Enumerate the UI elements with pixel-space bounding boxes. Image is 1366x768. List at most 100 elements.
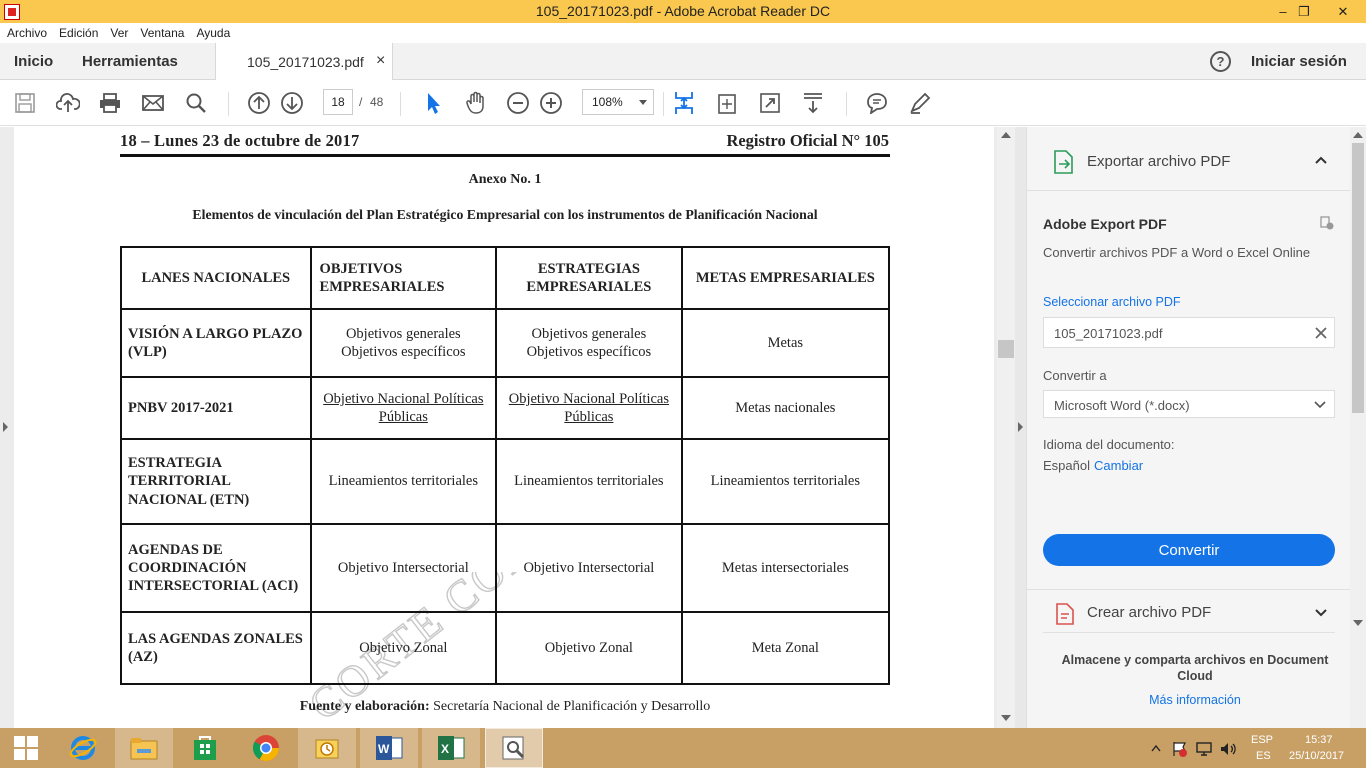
clock-date[interactable]: 25/10/2017 [1289,750,1344,762]
chevron-down-icon [639,100,647,105]
tab-home[interactable]: Inicio [14,53,53,70]
taskbar-store[interactable] [176,728,234,768]
collapse-panel-icon[interactable] [1018,422,1023,432]
taskbar-word[interactable]: W [360,728,418,768]
table-cell: Metas intersectoriales [680,523,891,613]
create-title: Crear archivo PDF [1087,604,1212,621]
source-note: Fuente y elaboración: Secretaría Naciona… [120,699,890,715]
hand-tool-icon[interactable] [463,90,489,116]
previous-page-icon[interactable] [246,90,272,116]
change-language-link[interactable]: Cambiar [1094,458,1143,473]
chevron-up-icon[interactable] [1314,155,1328,165]
create-section-header[interactable]: Crear archivo PDF [1027,590,1351,633]
annex-title: Anexo No. 1 [468,172,542,187]
start-button[interactable] [0,728,52,768]
tab-tools[interactable]: Herramientas [82,53,178,70]
show-hidden-icons-icon[interactable] [1151,744,1161,752]
format-select[interactable]: Microsoft Word (*.docx) [1043,390,1335,418]
email-icon[interactable] [140,90,166,116]
scrollbar-thumb[interactable] [1352,143,1364,413]
export-section-header[interactable]: Exportar archivo PDF [1027,127,1351,191]
highlight-pen-icon[interactable] [907,90,933,116]
reader-magnifier-icon [502,736,525,760]
volume-icon[interactable] [1219,740,1237,758]
save-icon[interactable] [12,90,38,116]
chrome-icon [252,735,279,761]
upload-cloud-icon[interactable] [55,90,81,116]
tab-document[interactable]: 105_20171023.pdf × [215,43,393,80]
zoom-select[interactable]: 108% [582,89,654,115]
menu-ventana[interactable]: Ventana [140,26,184,40]
comment-icon[interactable] [864,90,890,116]
help-icon[interactable]: ? [1210,51,1231,72]
menu-bar: Archivo Edición Ver Ventana Ayuda [0,23,1366,43]
page-header-right: Registro Oficial N° 105 [726,131,889,150]
source-text: Secretaría Nacional de Planificación y D… [433,699,711,714]
clock-time[interactable]: 15:37 [1305,734,1333,746]
column-header: LANES NACIONALES [120,246,312,310]
page-total: 48 [370,95,384,109]
scroll-down-icon[interactable] [1001,715,1011,721]
read-mode-icon[interactable] [800,90,826,116]
scroll-down-icon[interactable] [1353,620,1363,626]
scroll-up-icon[interactable] [1353,132,1363,138]
more-info-link[interactable]: Más información [1043,693,1347,707]
menu-archivo[interactable]: Archivo [7,26,47,40]
settings-icon[interactable] [1319,215,1335,231]
zoom-value: 108% [592,95,623,109]
side-panel-collapse-strip[interactable] [1015,127,1026,728]
language-indicator-bottom[interactable]: ES [1256,750,1271,762]
taskbar-acrobat-reader[interactable] [485,728,543,768]
taskbar-outlook[interactable] [298,728,356,768]
table-cell: Lineamientos territoriales [680,438,891,525]
menu-edicion[interactable]: Edición [59,26,98,40]
convert-button[interactable]: Convertir [1043,534,1335,566]
tab-bar: Inicio Herramientas 105_20171023.pdf × ?… [0,43,1366,80]
document-scrollbar[interactable] [997,127,1015,728]
action-center-flag-icon[interactable] [1171,740,1189,758]
network-icon[interactable] [1195,740,1213,758]
full-screen-icon[interactable] [757,90,783,116]
table-row: PNBV 2017-2021 Objetivo Nacional Polític… [120,376,891,440]
table-row: ESTRATEGIA TERRITORIAL NACIONAL (ETN) Li… [120,438,891,525]
next-page-icon[interactable] [279,90,305,116]
maximize-button[interactable]: ❐ [1290,0,1318,23]
document-viewport[interactable]: CORTE CONSTITUCIONAL DEL ECUADOR 18 – Lu… [0,127,1015,728]
table-cell: AGENDAS DE COORDINACIÓN INTERSECTORIAL (… [120,523,312,613]
print-icon[interactable] [97,90,123,116]
close-tab-icon[interactable]: × [376,52,385,70]
taskbar-internet-explorer[interactable] [54,728,112,768]
selected-file-field[interactable]: 105_20171023.pdf [1043,317,1335,348]
select-file-link[interactable]: Seleccionar archivo PDF [1043,295,1181,309]
side-panel-scrollbar[interactable] [1350,127,1366,728]
internet-explorer-icon [69,736,97,760]
table-cell: Objetivo Intersectorial [309,523,498,613]
table-cell: Objetivo Nacional Políticas Públicas [495,376,683,440]
language-value: Español [1043,458,1090,473]
page-number-input[interactable]: 18 [323,89,353,115]
table-row: VISIÓN A LARGO PLAZO (VLP) Objetivos gen… [120,308,891,378]
taskbar-file-explorer[interactable] [115,728,173,768]
taskbar-excel[interactable]: X [422,728,480,768]
zoom-in-icon[interactable] [538,90,564,116]
search-icon[interactable] [183,90,209,116]
scrollbar-thumb[interactable] [998,340,1014,358]
rotate-icon[interactable] [714,90,740,116]
signin-link[interactable]: Iniciar sesión [1251,53,1347,70]
scroll-up-icon[interactable] [1001,132,1011,138]
chevron-down-icon[interactable] [1314,608,1328,618]
taskbar-chrome[interactable] [237,728,295,768]
language-indicator-top[interactable]: ESP [1251,734,1273,746]
tab-document-label: 105_20171023.pdf [247,54,364,70]
language-label: Idioma del documento: [1043,437,1175,452]
left-panel-toggle-icon[interactable] [3,422,8,432]
select-cursor-icon[interactable] [420,90,446,116]
store-icon [194,736,216,760]
page-separator: / [359,95,363,109]
close-window-button[interactable]: ✕ [1320,0,1366,23]
fit-page-icon[interactable] [671,90,697,116]
menu-ayuda[interactable]: Ayuda [196,26,230,40]
clear-file-icon[interactable] [1315,327,1327,339]
zoom-out-icon[interactable] [505,90,531,116]
menu-ver[interactable]: Ver [110,26,128,40]
